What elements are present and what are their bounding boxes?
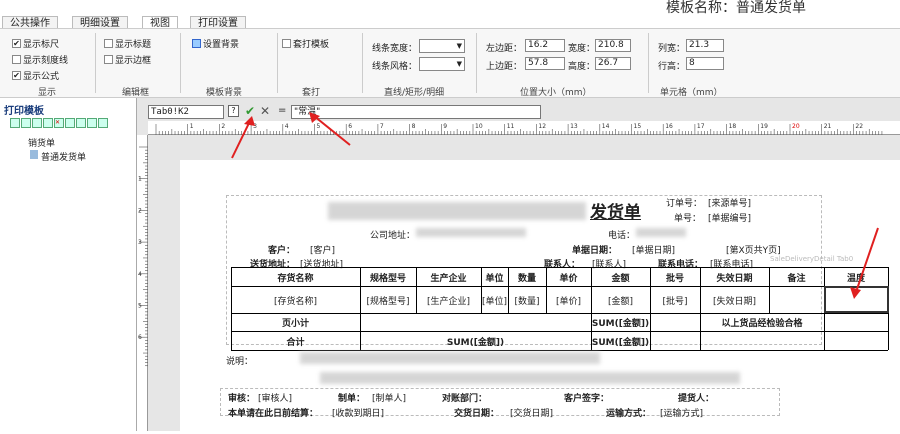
arrow-to-temp-cell bbox=[855, 227, 879, 293]
arrow-head bbox=[850, 287, 861, 299]
arrow-head bbox=[309, 112, 320, 123]
arrow-head bbox=[244, 116, 255, 126]
annotation-arrows bbox=[231, 112, 879, 299]
arrow-to-confirm bbox=[231, 120, 251, 159]
arrow-to-formula bbox=[313, 115, 351, 146]
